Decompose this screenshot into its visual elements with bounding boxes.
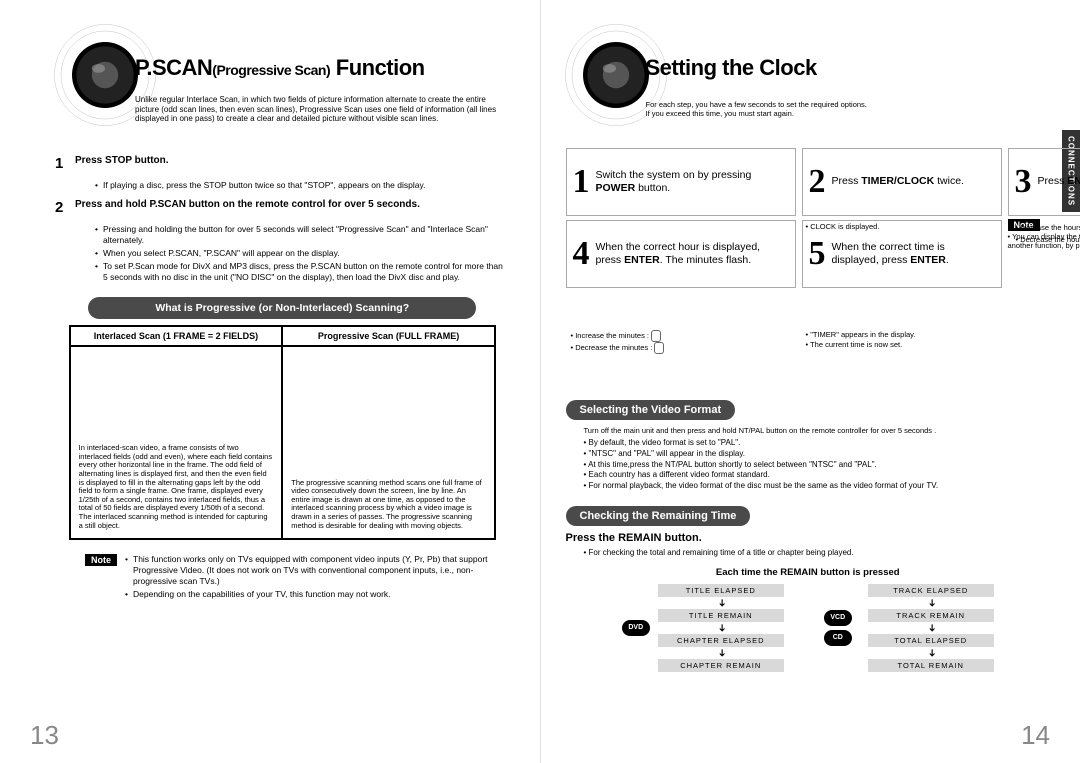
arrow-down-icon: ➔ xyxy=(927,599,935,607)
note-line: "TIMER" appears in the display. xyxy=(806,330,996,340)
remain-item: TRACK ELAPSED xyxy=(868,584,994,597)
note-bullet: This function works only on TVs equipped… xyxy=(125,554,510,587)
lower-sections: Selecting the Video Format Turn off the … xyxy=(566,400,1051,672)
col-header-progressive: Progressive Scan (FULL FRAME) xyxy=(282,326,495,346)
note-line: Decrease the minutes : xyxy=(571,342,796,354)
step-num: 1 xyxy=(573,165,590,199)
step-text: Switch the system on by pressing POWER b… xyxy=(596,169,789,195)
step-num: 2 xyxy=(809,165,826,199)
section-heading: Press the REMAIN button. xyxy=(566,532,1051,544)
cd-badge: CD xyxy=(824,630,852,646)
remain-item: TRACK REMAIN xyxy=(868,609,994,622)
note-line: Decrease the hours : xyxy=(1016,234,1080,246)
step-box-4: 4 When the correct hour is displayed, pr… xyxy=(566,220,796,288)
bullet: If playing a disc, press the STOP button… xyxy=(95,180,510,191)
step-text: Press TIMER/CLOCK twice. xyxy=(832,175,964,188)
clock-steps-grid: 1 Switch the system on by pressing POWER… xyxy=(566,148,1046,288)
step-text: When the correct hour is displayed, pres… xyxy=(596,241,789,267)
arrow-down-icon: ➔ xyxy=(927,649,935,657)
page-title: P.SCAN(Progressive Scan) Function xyxy=(135,55,425,81)
bullet: To set P.Scan mode for DivX and MP3 disc… xyxy=(95,261,510,283)
step-2-bullets: Pressing and holding the button for over… xyxy=(95,224,510,283)
bullet: Pressing and holding the button for over… xyxy=(95,224,510,246)
step-1-bullets: If playing a disc, press the STOP button… xyxy=(95,180,510,191)
step-2-label: Press and hold P.SCAN button on the remo… xyxy=(75,199,510,210)
page-13: P.SCAN(Progressive Scan) Function Unlike… xyxy=(0,0,541,763)
title-tail: Function xyxy=(330,55,424,80)
dvd-sequence: TITLE ELAPSED ➔ TITLE REMAIN ➔ CHAPTER E… xyxy=(658,584,784,672)
intro-text: For each step, you have a few seconds to… xyxy=(646,100,1051,118)
bullet: When you select P.SCAN, "P.SCAN" will ap… xyxy=(95,248,510,259)
note-block: Note This function works only on TVs equ… xyxy=(85,554,510,602)
bullet: "NTSC" and "PAL" will appear in the disp… xyxy=(584,449,1051,460)
step2-notes: CLOCK is displayed. xyxy=(806,222,996,232)
title-sub: (Progressive Scan) xyxy=(212,62,330,78)
intro-line: If you exceed this time, you must start … xyxy=(646,109,1051,118)
section-pill: What is Progressive (or Non-Interlaced) … xyxy=(88,297,476,319)
remain-item: TOTAL REMAIN xyxy=(868,659,994,672)
step5-notes: "TIMER" appears in the display. The curr… xyxy=(806,330,996,350)
vf-intro: Turn off the main unit and then press an… xyxy=(584,426,1051,435)
page-title: Setting the Clock xyxy=(646,55,817,81)
up-icon xyxy=(651,330,661,342)
remain-item: TITLE ELAPSED xyxy=(658,584,784,597)
note-line: CLOCK is displayed. xyxy=(806,222,996,232)
step4-notes: Increase the minutes : Decrease the minu… xyxy=(571,330,796,354)
remain-item: CHAPTER ELAPSED xyxy=(658,634,784,647)
remain-press-heading: Each time the REMAIN button is pressed xyxy=(566,567,1051,578)
section-pill-video-format: Selecting the Video Format xyxy=(566,400,736,420)
remain-diagram: DVD TITLE ELAPSED ➔ TITLE REMAIN ➔ CHAPT… xyxy=(566,584,1051,672)
intro-line: For each step, you have a few seconds to… xyxy=(646,100,1051,109)
title-main: P.SCAN xyxy=(135,55,212,80)
remaining-time-bullets: For checking the total and remaining tim… xyxy=(584,548,1051,559)
step-num: 3 xyxy=(1015,165,1032,199)
video-format-bullets: By default, the video format is set to "… xyxy=(584,438,1051,492)
progressive-desc: The progressive scanning method scans on… xyxy=(282,346,495,539)
step-number: 1 xyxy=(55,155,75,172)
step-list: 1 Press STOP button. xyxy=(55,155,510,172)
step-text: Press ENTER. The hour flashes. xyxy=(1038,175,1080,188)
bullet: For checking the total and remaining tim… xyxy=(584,548,1051,559)
step-text: When the correct time is displayed, pres… xyxy=(832,241,995,267)
interlaced-desc: In interlaced-scan video, a frame consis… xyxy=(70,346,283,539)
cd-sequence: TRACK ELAPSED ➔ TRACK REMAIN ➔ TOTAL ELA… xyxy=(868,584,994,672)
remain-col-cd: VCD CD TRACK ELAPSED ➔ TRACK REMAIN ➔ TO… xyxy=(824,584,994,672)
remain-col-dvd: DVD TITLE ELAPSED ➔ TITLE REMAIN ➔ CHAPT… xyxy=(622,584,784,672)
step-number: 2 xyxy=(55,199,75,216)
remain-item: TITLE REMAIN xyxy=(658,609,784,622)
note-line: Increase the minutes : xyxy=(571,330,796,342)
bullet: By default, the video format is set to "… xyxy=(584,438,1051,449)
arrow-down-icon: ➔ xyxy=(927,624,935,632)
note-badge: Note xyxy=(85,554,117,566)
down-icon xyxy=(654,342,664,354)
step-num: 5 xyxy=(809,237,826,271)
section-pill-remaining-time: Checking the Remaining Time xyxy=(566,506,751,526)
col-header-interlaced: Interlaced Scan (1 FRAME = 2 FIELDS) xyxy=(70,326,283,346)
manual-spread: P.SCAN(Progressive Scan) Function Unlike… xyxy=(0,0,1080,763)
scan-comparison-table: Interlaced Scan (1 FRAME = 2 FIELDS) Pro… xyxy=(69,325,496,540)
bullet: At this time,press the NT/PAL button sho… xyxy=(584,460,1051,471)
bullet: Each country has a different video forma… xyxy=(584,470,1051,481)
step-box-2: 2 Press TIMER/CLOCK twice. xyxy=(802,148,1002,216)
note-bullet: Depending on the capabilities of your TV… xyxy=(125,589,510,600)
arrow-down-icon: ➔ xyxy=(717,599,725,607)
remain-item: TOTAL ELAPSED xyxy=(868,634,994,647)
vcd-badge: VCD xyxy=(824,610,852,626)
step-1-label: Press STOP button. xyxy=(75,155,510,166)
step-box-1: 1 Switch the system on by pressing POWER… xyxy=(566,148,796,216)
note-line: The current time is now set. xyxy=(806,340,996,350)
note-line: Increase the hours : xyxy=(1016,222,1080,234)
page-14: Setting the Clock For each step, you hav… xyxy=(541,0,1080,763)
arrow-down-icon: ➔ xyxy=(717,649,725,657)
page-number: 14 xyxy=(1021,720,1050,751)
remain-item: CHAPTER REMAIN xyxy=(658,659,784,672)
dvd-badge: DVD xyxy=(622,620,650,636)
step-box-3: 3 Press ENTER. The hour flashes. xyxy=(1008,148,1080,216)
intro-text: Unlike regular Interlace Scan, in which … xyxy=(135,95,510,124)
page-number: 13 xyxy=(30,720,59,751)
step3-notes: Increase the hours : Decrease the hours … xyxy=(1016,222,1080,246)
bullet: For normal playback, the video format of… xyxy=(584,481,1051,492)
arrow-down-icon: ➔ xyxy=(717,624,725,632)
step-num: 4 xyxy=(573,237,590,271)
